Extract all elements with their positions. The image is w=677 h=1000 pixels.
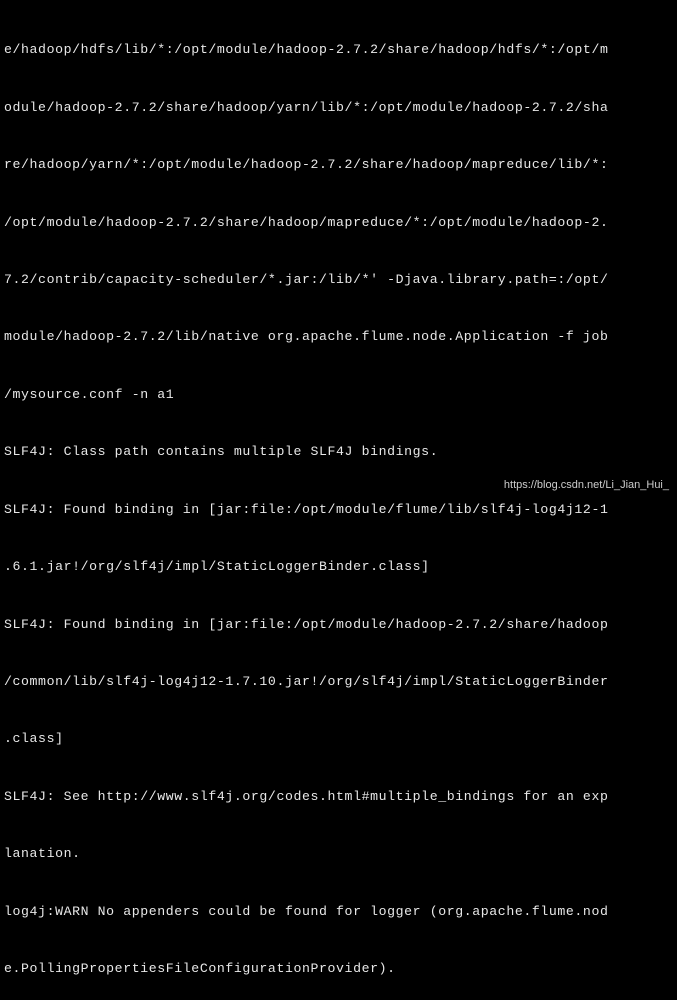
terminal-line: /mysource.conf -n a1 (4, 385, 673, 404)
watermark-text: https://blog.csdn.net/Li_Jian_Hui_ (504, 478, 669, 494)
terminal-line: module/hadoop-2.7.2/lib/native org.apach… (4, 327, 673, 346)
terminal-line: .6.1.jar!/org/slf4j/impl/StaticLoggerBin… (4, 557, 673, 576)
terminal-line: .class] (4, 729, 673, 748)
terminal-line: SLF4J: Found binding in [jar:file:/opt/m… (4, 500, 673, 519)
terminal-line: lanation. (4, 844, 673, 863)
terminal-line: /common/lib/slf4j-log4j12-1.7.10.jar!/or… (4, 672, 673, 691)
terminal-line: e.PollingPropertiesFileConfigurationProv… (4, 959, 673, 978)
terminal-line: odule/hadoop-2.7.2/share/hadoop/yarn/lib… (4, 98, 673, 117)
terminal-line: e/hadoop/hdfs/lib/*:/opt/module/hadoop-2… (4, 40, 673, 59)
terminal-line: SLF4J: Found binding in [jar:file:/opt/m… (4, 615, 673, 634)
terminal-line: /opt/module/hadoop-2.7.2/share/hadoop/ma… (4, 213, 673, 232)
terminal-line: log4j:WARN No appenders could be found f… (4, 902, 673, 921)
terminal-output[interactable]: e/hadoop/hdfs/lib/*:/opt/module/hadoop-2… (4, 2, 673, 1000)
terminal-line: re/hadoop/yarn/*:/opt/module/hadoop-2.7.… (4, 155, 673, 174)
terminal-line: SLF4J: See http://www.slf4j.org/codes.ht… (4, 787, 673, 806)
terminal-line: 7.2/contrib/capacity-scheduler/*.jar:/li… (4, 270, 673, 289)
terminal-line: SLF4J: Class path contains multiple SLF4… (4, 442, 673, 461)
